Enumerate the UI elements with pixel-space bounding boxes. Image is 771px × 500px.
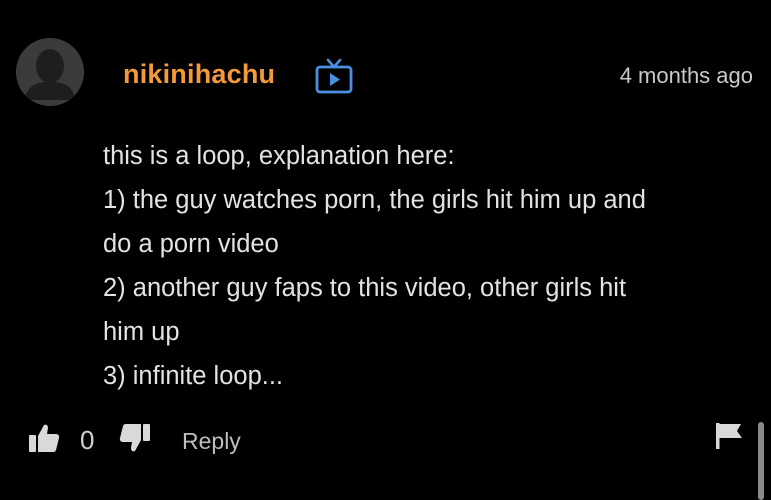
comment-line: this is a loop, explanation here: (103, 142, 455, 170)
flag-icon[interactable] (715, 422, 745, 450)
comment-line: 3) infinite loop... (103, 362, 284, 390)
comment-line: him up (103, 318, 180, 346)
comment-actions: 0 Reply (28, 420, 758, 464)
scrollbar[interactable] (758, 422, 764, 500)
thumbs-up-icon[interactable] (28, 422, 60, 454)
comment-line: 1) the guy watches porn, the girls hit h… (103, 186, 646, 214)
username[interactable]: nikinihachu (123, 59, 275, 90)
avatar[interactable] (16, 38, 84, 106)
comment-line: 2) another guy faps to this video, other… (103, 274, 627, 302)
tv-icon (314, 57, 354, 95)
thumbs-down-icon[interactable] (117, 422, 151, 454)
comment-line: do a porn video (103, 230, 279, 258)
comment-body: this is a loop, explanation here: 1) the… (103, 134, 753, 398)
reply-button[interactable]: Reply (182, 428, 241, 455)
user-silhouette-icon (16, 38, 84, 106)
vote-count: 0 (80, 425, 95, 455)
comment: nikinihachu 4 months ago this is a loop,… (0, 0, 771, 500)
comment-timestamp: 4 months ago (619, 63, 753, 88)
